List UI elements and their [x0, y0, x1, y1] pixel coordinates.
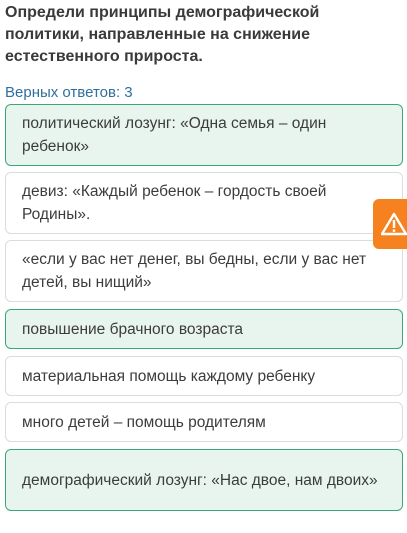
answer-option-label: повышение брачного возраста — [22, 320, 244, 338]
answer-option-label: материальная помощь каждому ребенку — [22, 367, 316, 385]
answer-option-label: «если у вас нет денег, вы бедны, если у … — [22, 251, 367, 291]
answer-option[interactable]: демографический лозунг: «Нас двое, нам д… — [5, 449, 403, 511]
answer-option[interactable]: материальная помощь каждому ребенку — [5, 356, 403, 396]
question-text: Определи принципы демографической полити… — [5, 4, 320, 65]
answer-option[interactable]: политический лозунг: «Одна семья – один … — [5, 104, 403, 166]
answer-option[interactable]: много детей – помощь родителям — [5, 402, 403, 442]
answer-option-label: девиз: «Каждый ребенок – гордость своей … — [22, 183, 327, 223]
answer-option[interactable]: «если у вас нет денег, вы бедны, если у … — [5, 240, 403, 302]
correct-answers-count: Верных ответов: 3 — [5, 84, 133, 101]
answer-option-label: политический лозунг: «Одна семья – один … — [22, 115, 327, 155]
answer-option-label: демографический лозунг: «Нас двое, нам д… — [22, 471, 378, 489]
answer-option-label: много детей – помощь родителям — [22, 413, 266, 431]
warning-icon — [381, 212, 407, 236]
report-problem-button[interactable] — [373, 199, 407, 249]
answer-option[interactable]: повышение брачного возраста — [5, 309, 403, 349]
answer-option[interactable]: девиз: «Каждый ребенок – гордость своей … — [5, 172, 403, 234]
